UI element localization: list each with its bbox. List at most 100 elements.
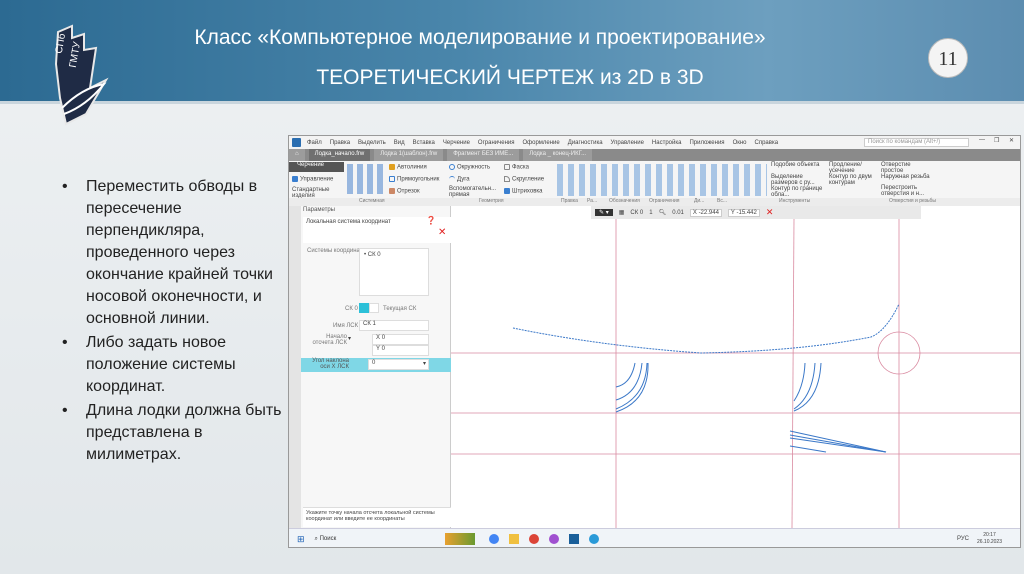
- current-cs-label: Текущая СК: [383, 306, 417, 312]
- document-tabs: ⌂ Лодка_начало.frw Лодка 1(шаблон).frw Ф…: [289, 149, 1020, 161]
- tab-document[interactable]: Фрагмент БЕЗ ИМЕ...: [447, 149, 520, 161]
- menu-item[interactable]: Вставка: [413, 140, 435, 146]
- menu-item[interactable]: Окно: [733, 140, 747, 146]
- tool-fillet[interactable]: Скругление: [504, 176, 544, 183]
- bullet-item: Либо задать новое положение системы коор…: [62, 332, 282, 398]
- menu-item[interactable]: Приложения: [689, 140, 724, 146]
- cancel-icon[interactable]: ✕: [438, 227, 446, 238]
- ribbon-group-labels: Системная Геометрия Правка Ра... Обознач…: [289, 198, 1020, 206]
- telegram-icon[interactable]: [588, 534, 599, 544]
- tool-hatch[interactable]: Штриховка: [504, 188, 543, 195]
- x-input[interactable]: X 0: [372, 334, 429, 345]
- y-input[interactable]: Y 0: [372, 345, 429, 356]
- bullet-item: Переместить обводы в пересечение перпенд…: [62, 176, 282, 330]
- construction-lines: [451, 218, 1020, 529]
- tool-rectangle[interactable]: Прямоугольник: [389, 176, 439, 183]
- cs-list[interactable]: • СК 0: [359, 248, 429, 296]
- tool-similarity[interactable]: Подобие объекта: [771, 162, 821, 168]
- cs-select[interactable]: СК 0: [630, 210, 643, 216]
- slide-subtitle: ТЕОРЕТИЧЕСКИЙ ЧЕРТЕЖ из 2D в 3D: [316, 66, 704, 89]
- parameters-panel: Параметры Локальная система координат ❓ …: [289, 206, 451, 528]
- app-icon[interactable]: [548, 534, 559, 544]
- tool-thread[interactable]: Наружная резьба: [881, 174, 931, 180]
- name-input[interactable]: СК 1: [359, 320, 429, 331]
- y-coordinate: Y -15.442: [727, 208, 760, 217]
- cs-list-item[interactable]: СК 0: [368, 252, 381, 258]
- menu-item[interactable]: Выделить: [358, 140, 386, 146]
- help-icon[interactable]: ❓: [426, 216, 436, 225]
- menu-bar: Файл Правка Выделить Вид Вставка Черчение Огра…: [289, 136, 1020, 149]
- hull-curves: [512, 303, 900, 453]
- tool-arc[interactable]: Дуга: [449, 176, 470, 183]
- system-icons[interactable]: [347, 164, 387, 194]
- tool-segment[interactable]: Отрезок: [389, 188, 420, 195]
- tool-extend-trim[interactable]: Продление/ усечение: [829, 162, 874, 174]
- drawing-canvas[interactable]: [451, 218, 1020, 529]
- tool-aux-line[interactable]: Вспомогательн... прямая: [449, 186, 504, 198]
- slide-title: Класс «Компьютерное моделирование и прое…: [194, 26, 766, 49]
- tool-dimension-select[interactable]: Выделение размеров с ру...: [771, 174, 826, 186]
- current-cs-toggle[interactable]: [369, 303, 379, 313]
- angle-label: Угол наклона оси X ЛСК: [312, 358, 349, 370]
- snap-button[interactable]: ✎ ▾: [595, 209, 613, 216]
- grid-icon[interactable]: ▦: [619, 209, 625, 216]
- origin-dropdown-icon[interactable]: ▾: [348, 335, 351, 342]
- menu-item[interactable]: Черчение: [443, 140, 470, 146]
- angle-select[interactable]: 0 ▾: [368, 359, 429, 370]
- close-button[interactable]: ✕: [1009, 137, 1014, 144]
- tab-document[interactable]: Лодка_начало.frw: [308, 149, 371, 161]
- ribbon: Черчение Управление Стандартные изделия …: [289, 161, 1020, 206]
- scale-value[interactable]: 0.01: [672, 210, 684, 216]
- ck-label: СК 0: [345, 306, 358, 312]
- chrome-icon[interactable]: [488, 534, 499, 544]
- kompas-icon[interactable]: [568, 534, 579, 544]
- minimize-button[interactable]: —: [979, 137, 985, 143]
- tool-simple-hole[interactable]: Отверстие простое: [881, 162, 931, 174]
- taskbar-search[interactable]: ⌕ Поиск: [315, 536, 405, 543]
- menu-item[interactable]: Управление: [611, 140, 644, 146]
- windows-taskbar: ⊞ ⌕ Поиск РУС 20:17 26.10.2023: [289, 528, 1020, 547]
- tool-contour-two[interactable]: Контур по двум контурам: [829, 174, 874, 186]
- explorer-icon[interactable]: [508, 534, 519, 544]
- weather-widget[interactable]: [444, 533, 475, 545]
- tab-document[interactable]: Лодка _ конец-ИКГ...: [523, 149, 593, 161]
- tool-chamfer[interactable]: Фаска: [504, 164, 529, 171]
- x-coordinate: X -22.944: [689, 208, 722, 217]
- menu-item[interactable]: Ограничения: [478, 140, 515, 146]
- menu-item[interactable]: Справка: [755, 140, 779, 146]
- home-tab[interactable]: ⌂: [289, 149, 305, 161]
- menu-item[interactable]: Вид: [394, 140, 405, 146]
- cs-label: Системы координат: [307, 248, 363, 254]
- tool-circle[interactable]: Окружность: [449, 164, 490, 171]
- name-label: Имя ЛСК: [333, 323, 359, 329]
- tool-autoline[interactable]: Автолиния: [389, 164, 427, 171]
- page-number: 11: [928, 38, 968, 78]
- tool-contour-region[interactable]: Контур по границе обла...: [771, 186, 826, 198]
- panel-title: Параметры: [303, 207, 335, 213]
- kompas-screenshot: Файл Правка Выделить Вид Вставка Черчение Огра…: [288, 135, 1021, 548]
- tab-document[interactable]: Лодка 1(шаблон).frw: [374, 149, 444, 161]
- ribbon-control[interactable]: Управление: [292, 176, 333, 183]
- menu-item[interactable]: Правка: [330, 140, 350, 146]
- cancel-icon[interactable]: ✕: [766, 207, 774, 218]
- menu-item[interactable]: Файл: [307, 140, 322, 146]
- edit-annotation-icon-grid[interactable]: [557, 164, 767, 196]
- layer-select[interactable]: 1: [649, 210, 652, 216]
- university-logo: СПб ГМТУ: [53, 24, 109, 126]
- cs-color-swatch[interactable]: [359, 303, 369, 313]
- start-icon[interactable]: ⊞: [297, 534, 305, 545]
- ribbon-mode-drawing[interactable]: Черчение: [289, 162, 344, 172]
- clock[interactable]: 20:17 26.10.2023: [977, 532, 1002, 546]
- tool-rebuild-holes[interactable]: Перестроить отверстия и н...: [881, 185, 936, 197]
- maximize-button[interactable]: ❐: [994, 137, 999, 144]
- hull-lines-drawing: [451, 218, 1020, 529]
- command-search-input[interactable]: Поиск по командам (Alt+/): [864, 138, 969, 147]
- menu-item[interactable]: Настройка: [652, 140, 682, 146]
- zoom-icon[interactable]: 🔍︎: [659, 209, 667, 216]
- menu-item[interactable]: Оформление: [523, 140, 560, 146]
- language-indicator[interactable]: РУС: [957, 536, 969, 542]
- menu-item[interactable]: Диагностика: [568, 140, 603, 146]
- browser-icon[interactable]: [528, 534, 539, 544]
- bullet-list: Переместить обводы в пересечение перпенд…: [62, 176, 282, 468]
- panel-side-tabs[interactable]: [289, 206, 301, 528]
